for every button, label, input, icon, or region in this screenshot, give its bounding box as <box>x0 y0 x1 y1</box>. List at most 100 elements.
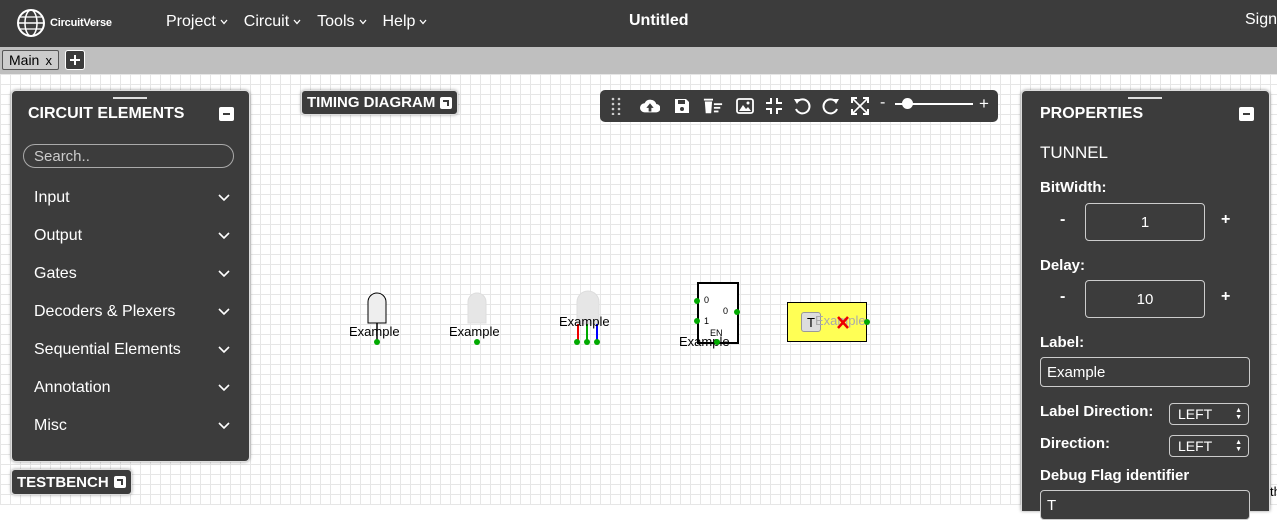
category-input[interactable]: Input <box>34 183 230 213</box>
panel-header[interactable]: CIRCUIT ELEMENTS <box>12 91 249 131</box>
drag-handle-icon[interactable] <box>611 97 621 115</box>
cloud-upload-icon <box>640 99 660 113</box>
delay-decrement-button[interactable]: - <box>1060 288 1065 306</box>
zoom-out-button[interactable]: - <box>880 94 885 112</box>
trash-icon <box>703 98 723 114</box>
sign-in-link[interactable]: Sign <box>1245 11 1277 29</box>
testbench-button[interactable]: TESTBENCH <box>11 469 132 495</box>
tab-close-icon[interactable]: x <box>46 53 53 68</box>
pin-node[interactable] <box>694 318 700 324</box>
category-sequential-elements[interactable]: Sequential Elements <box>34 335 230 365</box>
pin-node[interactable] <box>734 309 740 315</box>
fullscreen-button[interactable] <box>850 96 870 116</box>
element-search-input[interactable] <box>23 144 234 168</box>
pin-node[interactable] <box>864 319 870 325</box>
category-label: Gates <box>34 265 77 282</box>
chevron-down-icon <box>218 384 230 392</box>
delete-x-icon[interactable] <box>836 315 850 330</box>
zoom-in-button[interactable]: + <box>979 94 989 114</box>
delete-selected-button[interactable] <box>703 96 723 116</box>
project-title[interactable]: Untitled <box>629 12 689 30</box>
menu-help-label: Help <box>382 13 416 30</box>
chevron-down-icon <box>359 19 366 25</box>
add-tab-button[interactable] <box>65 50 85 70</box>
component-label: Example <box>679 334 730 349</box>
logo[interactable]: CircuitVerse <box>16 8 112 38</box>
main-menu: Project Circuit Tools Help <box>166 13 443 31</box>
panel-header[interactable]: PROPERTIES <box>1022 91 1269 131</box>
timing-diagram-button[interactable]: TIMING DIAGRAM <box>301 90 459 115</box>
minimize-button[interactable] <box>1239 107 1254 121</box>
menu-tools[interactable]: Tools <box>317 13 366 31</box>
category-gates[interactable]: Gates <box>34 259 230 289</box>
pin-node[interactable] <box>474 339 480 345</box>
label-input[interactable] <box>1040 357 1250 387</box>
expand-icon <box>851 97 869 115</box>
save-floppy-icon <box>675 99 689 113</box>
save-button[interactable] <box>672 96 692 116</box>
bitwidth-input[interactable] <box>1085 203 1205 241</box>
component-label: Example <box>349 324 400 339</box>
pin-node[interactable] <box>374 339 380 345</box>
upload-cloud-button[interactable] <box>640 96 660 116</box>
mux-pin-in0: 0 <box>704 295 710 305</box>
category-annotation[interactable]: Annotation <box>34 373 230 403</box>
category-output[interactable]: Output <box>34 221 230 251</box>
category-decoders-plexers[interactable]: Decoders & Plexers <box>34 297 230 327</box>
pin-node[interactable] <box>594 339 600 345</box>
download-image-button[interactable] <box>735 96 755 116</box>
debug-flag-input[interactable] <box>1040 490 1250 520</box>
minimize-button[interactable] <box>219 107 234 121</box>
category-label: Misc <box>34 417 67 434</box>
tab-main[interactable]: Main x <box>2 50 59 70</box>
delay-increment-button[interactable]: + <box>1221 288 1230 306</box>
direction-select[interactable]: LEFT ▲ ▼ <box>1169 435 1249 457</box>
image-icon <box>736 98 754 114</box>
label-direction-value: LEFT <box>1178 406 1213 422</box>
pin-node[interactable] <box>714 339 720 345</box>
category-label: Sequential Elements <box>34 341 181 358</box>
drag-handle-icon[interactable] <box>113 97 147 99</box>
zoom-slider-handle[interactable] <box>901 98 913 109</box>
bitwidth-decrement-button[interactable]: - <box>1060 211 1065 229</box>
undo-button[interactable] <box>792 96 812 116</box>
pin-node[interactable] <box>694 298 700 304</box>
chevron-down-icon <box>419 19 427 25</box>
panel-title: PROPERTIES <box>1040 105 1144 122</box>
external-link-icon <box>113 476 126 488</box>
redo-button[interactable] <box>821 96 841 116</box>
mux-pin-out: 0 <box>723 306 729 316</box>
chevron-down-icon <box>218 308 230 316</box>
pin-node[interactable] <box>584 339 590 345</box>
category-label: Annotation <box>34 379 111 396</box>
updown-arrows-icon: ▲ ▼ <box>1235 407 1242 421</box>
component-label: Example <box>559 314 610 329</box>
compress-icon <box>766 98 782 114</box>
minus-icon <box>1243 113 1250 115</box>
undo-icon <box>794 98 811 115</box>
menu-project[interactable]: Project <box>166 13 228 31</box>
menu-tools-label: Tools <box>317 13 355 30</box>
circuit-elements-panel: CIRCUIT ELEMENTS Input Output Gates Deco… <box>11 90 250 462</box>
label-direction-select[interactable]: LEFT ▲ ▼ <box>1169 403 1249 425</box>
debug-flag-label: Debug Flag identifier <box>1040 467 1190 484</box>
element-name: TUNNEL <box>1040 143 1109 162</box>
canvas-side-text: th <box>1270 484 1277 499</box>
delay-input[interactable] <box>1085 280 1205 318</box>
drag-handle-icon[interactable] <box>1128 97 1162 99</box>
minus-icon <box>223 113 230 115</box>
menu-circuit[interactable]: Circuit <box>244 13 301 31</box>
menu-help[interactable]: Help <box>383 13 428 31</box>
chevron-down-icon <box>218 270 230 278</box>
component-label: Example <box>449 324 500 339</box>
bitwidth-label: BitWidth: <box>1040 179 1107 196</box>
pin-node[interactable] <box>574 339 580 345</box>
direction-label: Direction: <box>1040 435 1111 452</box>
chevron-down-icon <box>218 346 230 354</box>
testbench-label: TESTBENCH <box>17 473 109 491</box>
category-misc[interactable]: Misc <box>34 411 230 441</box>
fit-view-button[interactable] <box>764 96 784 116</box>
globe-logo-icon <box>17 9 45 37</box>
bitwidth-increment-button[interactable]: + <box>1221 211 1230 229</box>
timing-diagram-label: TIMING DIAGRAM <box>307 94 436 111</box>
